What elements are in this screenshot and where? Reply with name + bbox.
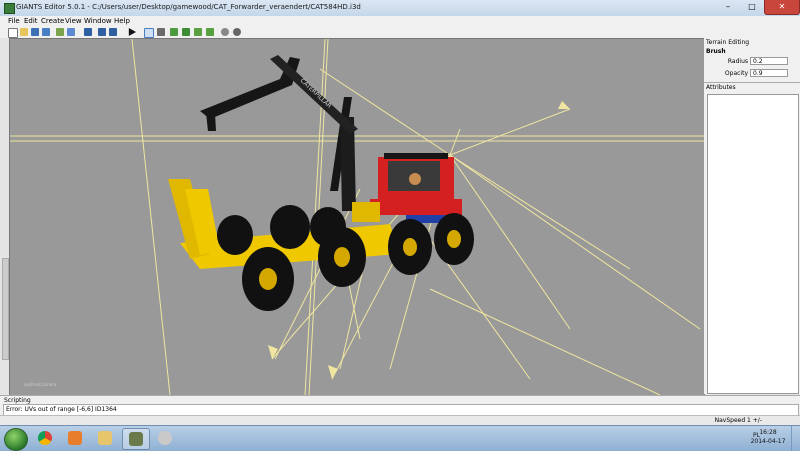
- export-icon[interactable]: [56, 28, 64, 36]
- menu-file[interactable]: File: [8, 16, 20, 26]
- explorer-icon[interactable]: [92, 428, 118, 448]
- camera-label: sysFrontCamera: [24, 382, 57, 387]
- 3d-viewport[interactable]: CATERPILLAR sysFrontCamera: [9, 38, 705, 396]
- attributes-title: Attributes: [706, 84, 736, 91]
- window-title: GIANTS Editor 5.0.1 - C:/Users/user/Desk…: [16, 3, 361, 11]
- move-icon[interactable]: [157, 28, 165, 36]
- play-icon[interactable]: [128, 28, 136, 36]
- save-as-icon[interactable]: [42, 28, 50, 36]
- new-icon[interactable]: [8, 28, 18, 38]
- giants-editor-icon[interactable]: [122, 428, 150, 450]
- boom-decal: CATERPILLAR: [299, 77, 333, 109]
- import-icon[interactable]: [67, 28, 75, 36]
- left-dock-strip: [0, 38, 9, 394]
- save-icon[interactable]: [31, 28, 39, 36]
- taskbar: PL 16:28 2014-04-17: [0, 425, 800, 451]
- light-icon[interactable]: [221, 28, 229, 36]
- console-line: Error: UVs out of range [-6,6] ID1364: [6, 406, 117, 413]
- rotate-icon[interactable]: [170, 28, 178, 36]
- brush-section-label: Brush: [706, 48, 726, 55]
- terrain-editing-title: Terrain Editing: [706, 39, 750, 46]
- redo-icon[interactable]: [98, 28, 106, 36]
- scene-render: CATERPILLAR: [10, 39, 704, 395]
- navspeed-readout: NavSpeed 1 +/-: [714, 417, 762, 424]
- media-player-icon[interactable]: [62, 428, 88, 448]
- menu-create[interactable]: Create: [41, 16, 64, 26]
- status-bar: NavSpeed 1 +/-: [0, 415, 800, 425]
- opacity-input[interactable]: 0.9: [750, 69, 788, 77]
- maximize-button[interactable]: □: [740, 0, 764, 14]
- redo-all-icon[interactable]: [109, 28, 117, 36]
- scale-icon[interactable]: [182, 28, 190, 36]
- photo-icon[interactable]: [152, 428, 178, 448]
- undo-icon[interactable]: [84, 28, 92, 36]
- giants-app-icon: [4, 3, 15, 14]
- show-desktop-button[interactable]: [791, 426, 800, 451]
- close-button[interactable]: ✕: [764, 0, 800, 15]
- open-icon[interactable]: [20, 28, 28, 36]
- menu-help[interactable]: Help: [114, 16, 130, 26]
- radius-input[interactable]: 0.2: [750, 57, 788, 65]
- terrain-icon[interactable]: [194, 28, 202, 36]
- panel-divider: [704, 82, 800, 83]
- menu-view[interactable]: View: [65, 16, 82, 26]
- right-panel: Terrain Editing Brush Radius 0.2 Opacity…: [704, 38, 800, 394]
- paint-icon[interactable]: [206, 28, 214, 36]
- scripting-title: Scripting: [4, 397, 31, 404]
- title-bar: GIANTS Editor 5.0.1 - C:/Users/user/Desk…: [0, 0, 800, 17]
- camera-icon[interactable]: [233, 28, 241, 36]
- chrome-icon[interactable]: [32, 428, 58, 448]
- start-icon[interactable]: [4, 428, 28, 451]
- minimize-button[interactable]: –: [716, 0, 740, 14]
- radius-label: Radius: [727, 58, 748, 65]
- left-scrollbar[interactable]: [2, 258, 9, 360]
- attributes-list[interactable]: [707, 94, 799, 394]
- select-icon[interactable]: [144, 28, 154, 38]
- tractor-cab: [370, 153, 462, 223]
- menu-bar: File Edit Create View Window Help: [0, 16, 800, 26]
- clock-date: 2014-04-17: [750, 438, 786, 445]
- taskbar-clock[interactable]: 16:28 2014-04-17: [746, 428, 790, 446]
- clock-time: 16:28: [759, 429, 777, 436]
- opacity-label: Opacity: [724, 70, 748, 77]
- menu-window[interactable]: Window: [84, 16, 112, 26]
- menu-edit[interactable]: Edit: [24, 16, 38, 26]
